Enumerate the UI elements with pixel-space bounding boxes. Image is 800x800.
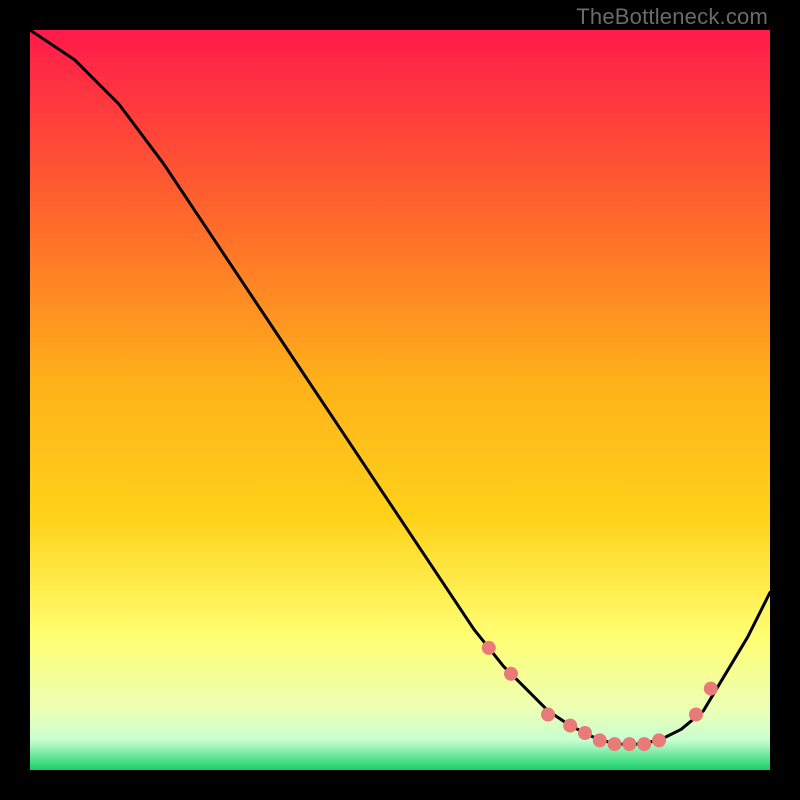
highlight-dot	[593, 733, 607, 747]
highlight-dot	[652, 733, 666, 747]
chart-frame: TheBottleneck.com	[0, 0, 800, 800]
highlight-dot	[578, 726, 592, 740]
highlight-dot	[482, 641, 496, 655]
gradient-background	[30, 30, 770, 770]
highlight-dot	[563, 719, 577, 733]
highlight-dot	[689, 708, 703, 722]
highlight-dot	[504, 667, 518, 681]
highlight-dot	[541, 708, 555, 722]
plot-area	[30, 30, 770, 770]
highlight-dot	[608, 737, 622, 751]
highlight-dot	[704, 682, 718, 696]
bottleneck-chart	[30, 30, 770, 770]
highlight-dot	[622, 737, 636, 751]
highlight-dot	[637, 737, 651, 751]
attribution-label: TheBottleneck.com	[576, 4, 768, 30]
